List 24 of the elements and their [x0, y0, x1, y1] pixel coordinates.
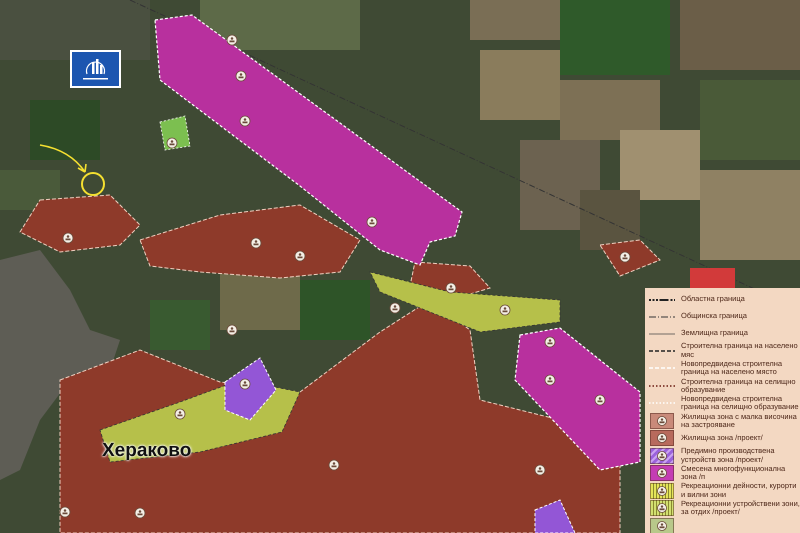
- farm-field: [300, 280, 370, 340]
- line-symbol-icon: [649, 296, 675, 302]
- zone-marker-icon: [657, 433, 667, 444]
- zone-marker-icon: [657, 450, 667, 461]
- residential-zone: [599, 239, 661, 277]
- production-zone: [224, 357, 277, 421]
- zone-marker-icon: [657, 416, 667, 426]
- line-symbol-icon: [649, 400, 675, 406]
- building-drawing: [690, 268, 735, 290]
- farm-field: [30, 100, 100, 160]
- line-symbol-icon: [649, 330, 675, 336]
- line-symbol-icon: [649, 382, 675, 389]
- line-symbol-icon: [649, 365, 675, 372]
- line-symbol-icon: [649, 314, 675, 320]
- line-symbol-icon: [649, 348, 675, 354]
- zone-marker-icon: [657, 503, 667, 514]
- production-zone: [534, 499, 576, 533]
- zone-marker-icon: [657, 520, 667, 531]
- farm-field: [580, 190, 640, 250]
- zone-marker-icon: [657, 468, 667, 478]
- zone-marker-icon: [657, 486, 667, 496]
- farm-field: [0, 170, 60, 210]
- annotation-drawing: [40, 144, 105, 196]
- company-logo-icon: [70, 50, 121, 88]
